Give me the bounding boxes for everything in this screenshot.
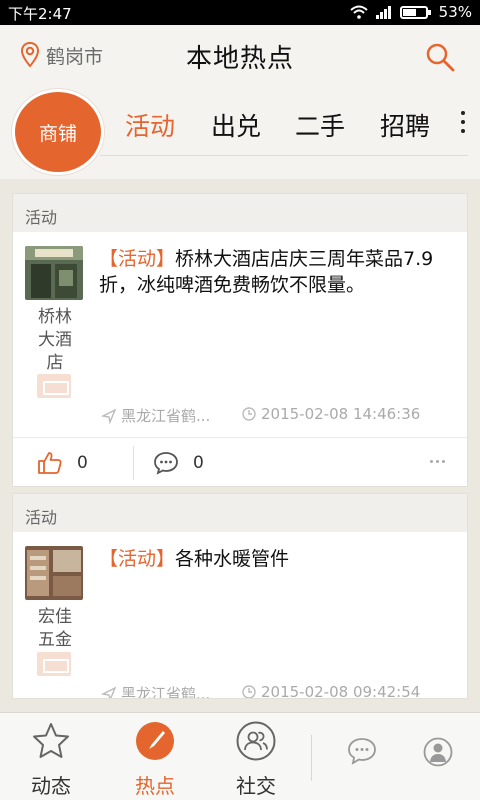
status-time: 下午2:47: [8, 5, 72, 23]
category-divider: [100, 155, 468, 156]
person-icon[interactable]: [423, 737, 453, 767]
like-count: 0: [77, 453, 88, 473]
post-location: 黑龙江省鹤...: [101, 683, 211, 699]
post-card[interactable]: 活动 宏佳五金 【活动】各种水暖管件 黑龙江省鹤... 2015-02-08 0…: [12, 493, 468, 699]
time-text: 2015-02-08 09:42:54: [261, 683, 421, 699]
post-location: 黑龙江省鹤...: [101, 405, 210, 426]
post-time: 2015-02-08 14:46:36: [241, 405, 420, 423]
status-icons: 53%: [349, 3, 472, 21]
send-location-icon: [101, 408, 117, 424]
shop-thumbnail[interactable]: [25, 246, 83, 300]
nav-social[interactable]: 社交: [221, 721, 291, 799]
post-type-tag: 【活动】: [99, 548, 176, 570]
nav-feed[interactable]: 动态: [16, 721, 86, 799]
category-bar: 商铺 活动 出兑 二手 招聘: [0, 87, 480, 179]
page-title: 本地热点: [185, 44, 294, 74]
comment-button[interactable]: 0: [153, 451, 204, 475]
compass-icon: [136, 722, 174, 760]
signal-icon: [375, 6, 391, 19]
shop-badge-icon: [37, 374, 71, 398]
nav-hot[interactable]: 热点: [120, 721, 190, 799]
clock-icon: [242, 685, 256, 698]
battery-icon: [399, 5, 431, 19]
nav-divider: [311, 735, 312, 781]
post-time: 2015-02-08 09:42:54: [241, 683, 421, 699]
shop-name: 宏佳五金: [38, 607, 72, 650]
clock-icon: [242, 407, 256, 421]
tab-transfer[interactable]: 出兑: [211, 107, 261, 143]
send-location-icon: [101, 686, 117, 698]
shop-name: 桥林大酒店: [38, 307, 72, 373]
chat-icon[interactable]: [347, 737, 377, 765]
like-button[interactable]: 0: [37, 451, 88, 475]
star-icon: [33, 723, 69, 758]
location-text: 黑龙江省鹤...: [121, 407, 211, 425]
tab-activity[interactable]: 活动: [125, 107, 175, 143]
post-text: 各种水暖管件: [175, 548, 290, 570]
post-category: 活动: [13, 494, 467, 532]
shop-category-button[interactable]: 商铺: [12, 89, 104, 175]
post-actions: 0 0: [13, 437, 467, 486]
shop-badge-icon: [37, 652, 71, 676]
comment-count: 0: [193, 453, 204, 473]
battery-level: 53%: [438, 3, 472, 21]
nav-hot-label: 热点: [135, 774, 175, 798]
shop-thumbnail[interactable]: [25, 546, 83, 600]
action-divider: [133, 446, 134, 480]
more-categories-icon[interactable]: [460, 111, 466, 133]
more-dots-icon[interactable]: [430, 460, 445, 463]
search-icon[interactable]: [424, 41, 456, 73]
post-content[interactable]: 【活动】桥林大酒店店庆三周年菜品7.9折，冰纯啤酒免费畅饮不限量。: [99, 246, 447, 298]
post-type-tag: 【活动】: [99, 248, 176, 270]
bottom-navigation: 动态 热点 社交: [0, 712, 480, 800]
thumbs-up-icon: [38, 452, 62, 474]
post-category: 活动: [13, 194, 467, 232]
time-text: 2015-02-08 14:46:36: [261, 405, 421, 423]
status-bar: 下午2:47 53%: [0, 0, 480, 25]
people-icon: [236, 721, 276, 761]
post-content[interactable]: 【活动】各种水暖管件: [99, 546, 447, 572]
comment-icon: [154, 452, 178, 475]
nav-social-label: 社交: [236, 774, 276, 798]
tab-recruitment[interactable]: 招聘: [380, 107, 430, 143]
tab-second-hand[interactable]: 二手: [295, 107, 345, 143]
nav-feed-label: 动态: [31, 774, 71, 798]
location-text: 黑龙江省鹤...: [121, 685, 211, 699]
app-header: 鹤岗市 本地热点: [0, 25, 480, 87]
post-card[interactable]: 活动 桥林大酒店 【活动】桥林大酒店店庆三周年菜品7.9折，冰纯啤酒免费畅饮不限…: [12, 193, 468, 487]
wifi-icon: [349, 5, 368, 19]
